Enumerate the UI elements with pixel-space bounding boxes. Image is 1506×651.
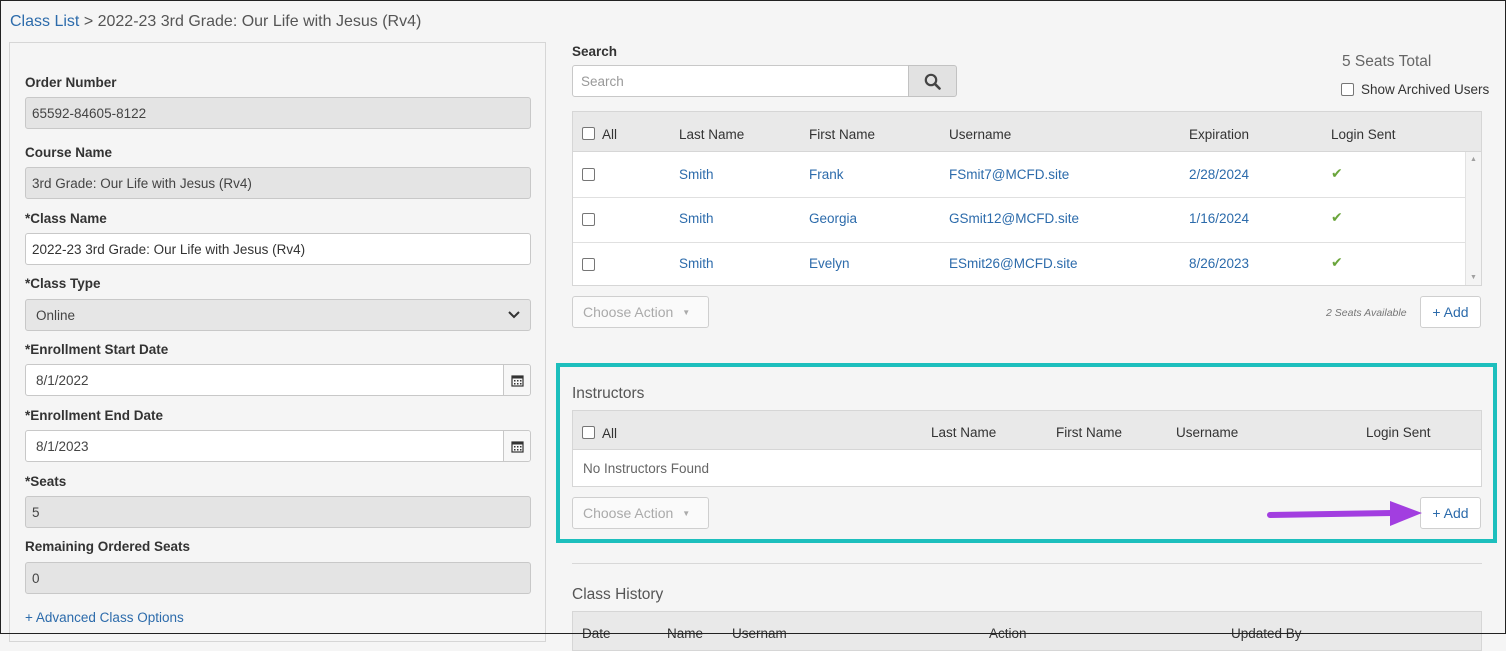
search-input[interactable]: Search [572, 65, 909, 97]
row-last-name[interactable]: Smith [679, 211, 714, 226]
checkmark-icon: ✔ [1331, 209, 1343, 225]
show-archived-checkbox[interactable] [1341, 83, 1354, 96]
instructors-title: Instructors [572, 385, 645, 402]
class-type-label: *Class Type [25, 276, 101, 291]
select-all-instructors-checkbox[interactable] [582, 426, 595, 439]
class-history-table: Date Name Usernam Action Updated By [572, 611, 1482, 651]
header-all: All [602, 426, 618, 441]
row-username[interactable]: ESmit26@MCFD.site [949, 256, 1077, 271]
select-all-students-checkbox[interactable] [582, 127, 595, 140]
calendar-icon[interactable] [503, 365, 530, 395]
search-icon [924, 73, 941, 90]
instructors-choose-action-button[interactable]: Choose Action ▼ [572, 497, 709, 529]
checkmark-icon: ✔ [1331, 254, 1343, 270]
breadcrumb: Class List > 2022-23 3rd Grade: Our Life… [10, 13, 421, 31]
table-row: Smith Evelyn ESmit26@MCFD.site 8/26/2023… [573, 243, 1465, 287]
row-expiration[interactable]: 2/28/2024 [1189, 167, 1249, 182]
row-first-name[interactable]: Evelyn [809, 256, 850, 271]
header-last-name[interactable]: Last Name [931, 425, 996, 440]
annotation-arrow-icon [1267, 501, 1422, 526]
row-username[interactable]: GSmit12@MCFD.site [949, 211, 1079, 226]
instructors-table-header: All Last Name First Name Username Login … [573, 411, 1481, 450]
class-name-value: 2022-23 3rd Grade: Our Life with Jesus (… [32, 241, 306, 257]
row-checkbox[interactable] [582, 258, 595, 271]
seats-total: 5 Seats Total [1342, 53, 1432, 70]
choose-action-label: Choose Action [583, 505, 674, 521]
search-label: Search [572, 44, 618, 59]
students-scrollbar[interactable]: ▲ ▼ [1465, 152, 1481, 285]
breadcrumb-class-list-link[interactable]: Class List [10, 13, 79, 30]
seats-available: 2 Seats Available [1326, 307, 1407, 319]
scroll-up-arrow-icon[interactable]: ▲ [1470, 156, 1477, 163]
header-username[interactable]: Username [949, 127, 1011, 142]
instructors-table: All Last Name First Name Username Login … [572, 410, 1482, 487]
enrollment-start-label: *Enrollment Start Date [25, 342, 169, 357]
row-checkbox[interactable] [582, 168, 595, 181]
header-first-name[interactable]: First Name [1056, 425, 1122, 440]
row-expiration[interactable]: 1/16/2024 [1189, 211, 1249, 226]
row-checkbox[interactable] [582, 213, 595, 226]
breadcrumb-current: 2022-23 3rd Grade: Our Life with Jesus (… [97, 13, 422, 30]
students-table-body: Smith Frank FSmit7@MCFD.site 2/28/2024 ✔… [573, 152, 1465, 285]
row-last-name[interactable]: Smith [679, 256, 714, 271]
remaining-seats-label: Remaining Ordered Seats [25, 539, 191, 554]
students-table: All Last Name First Name Username Expira… [572, 111, 1482, 286]
class-type-value: Online [36, 307, 76, 323]
show-archived-users[interactable]: Show Archived Users [1341, 82, 1489, 97]
search-placeholder: Search [581, 73, 624, 89]
class-details-panel: Order Number 65592-84605-8122 Course Nam… [9, 42, 546, 642]
calendar-icon[interactable] [503, 431, 530, 461]
enrollment-start-value: 8/1/2022 [36, 372, 89, 388]
advanced-class-options-link[interactable]: + Advanced Class Options [25, 610, 184, 625]
course-name-field: 3rd Grade: Our Life with Jesus (Rv4) [25, 167, 531, 199]
remaining-seats-value: 0 [32, 570, 40, 586]
row-expiration[interactable]: 8/26/2023 [1189, 256, 1249, 271]
add-instructor-button[interactable]: + Add [1420, 497, 1481, 529]
course-name-value: 3rd Grade: Our Life with Jesus (Rv4) [32, 175, 252, 191]
table-row: Smith Georgia GSmit12@MCFD.site 1/16/202… [573, 198, 1465, 243]
no-instructors-message: No Instructors Found [583, 461, 710, 476]
class-name-input[interactable]: 2022-23 3rd Grade: Our Life with Jesus (… [25, 233, 531, 265]
caret-down-icon: ▼ [682, 307, 691, 317]
header-all: All [602, 127, 618, 142]
add-student-button[interactable]: + Add [1420, 296, 1481, 328]
enrollment-start-field[interactable]: 8/1/2022 [25, 364, 531, 396]
checkmark-icon: ✔ [1331, 165, 1343, 181]
seats-label: *Seats [25, 474, 67, 489]
class-name-label: *Class Name [25, 211, 107, 226]
row-first-name[interactable]: Frank [809, 167, 844, 182]
choose-action-label: Choose Action [583, 304, 674, 320]
header-login-sent[interactable]: Login Sent [1331, 127, 1396, 142]
students-table-header: All Last Name First Name Username Expira… [573, 112, 1481, 152]
order-number-value: 65592-84605-8122 [32, 105, 147, 121]
scroll-down-arrow-icon[interactable]: ▼ [1470, 274, 1477, 281]
enrollment-end-field[interactable]: 8/1/2023 [25, 430, 531, 462]
header-login-sent[interactable]: Login Sent [1366, 425, 1431, 440]
row-username[interactable]: FSmit7@MCFD.site [949, 167, 1069, 182]
header-first-name[interactable]: First Name [809, 127, 875, 142]
header-expiration[interactable]: Expiration [1189, 127, 1249, 142]
class-type-select[interactable]: Online [25, 299, 531, 331]
search-button[interactable] [908, 65, 957, 97]
enrollment-end-value: 8/1/2023 [36, 438, 89, 454]
breadcrumb-separator: > [83, 13, 94, 30]
chevron-down-icon [508, 311, 520, 319]
order-number-label: Order Number [25, 75, 117, 90]
row-last-name[interactable]: Smith [679, 167, 714, 182]
students-choose-action-button[interactable]: Choose Action ▼ [572, 296, 709, 328]
header-last-name[interactable]: Last Name [679, 127, 744, 142]
header-username[interactable]: Username [1176, 425, 1238, 440]
enrollment-end-label: *Enrollment End Date [25, 408, 164, 423]
seats-field: 5 [25, 496, 531, 528]
section-divider [572, 563, 1482, 564]
row-first-name[interactable]: Georgia [809, 211, 857, 226]
course-name-label: Course Name [25, 145, 113, 160]
seats-value: 5 [32, 504, 40, 520]
class-history-title: Class History [572, 586, 664, 603]
caret-down-icon: ▼ [682, 508, 691, 518]
show-archived-label: Show Archived Users [1361, 82, 1490, 97]
table-row: Smith Frank FSmit7@MCFD.site 2/28/2024 ✔ [573, 152, 1465, 198]
remaining-seats-field: 0 [25, 562, 531, 594]
order-number-field: 65592-84605-8122 [25, 97, 531, 129]
